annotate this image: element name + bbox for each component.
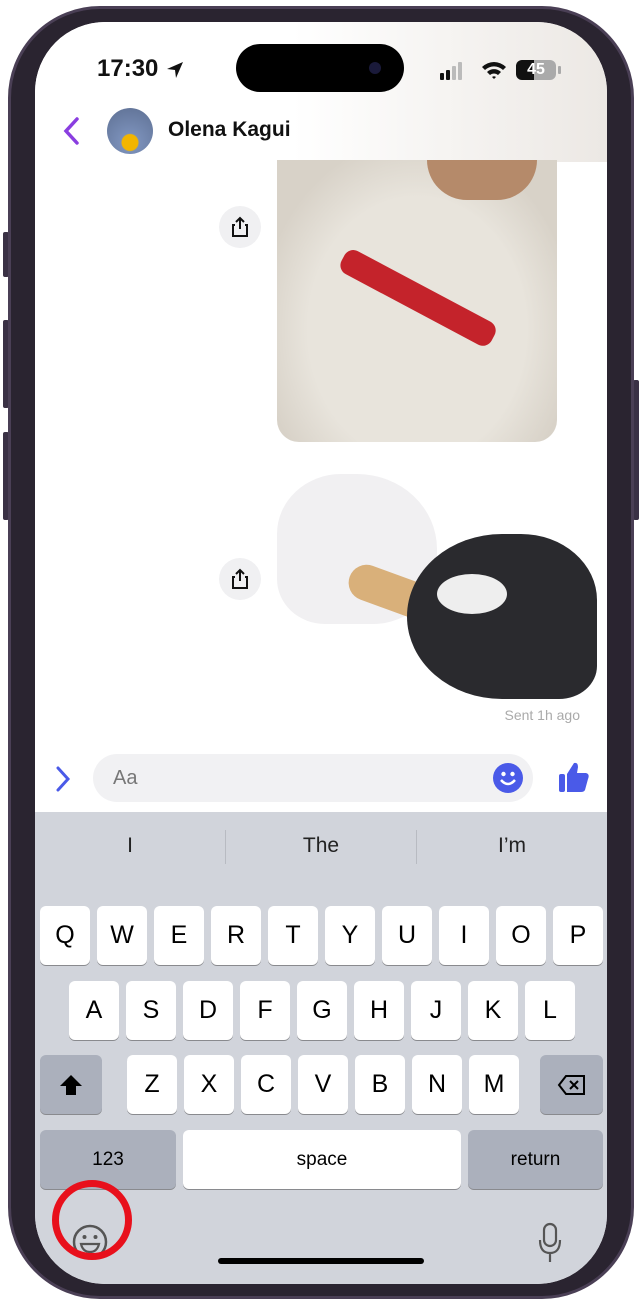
numbers-key[interactable]: 123 bbox=[40, 1130, 176, 1189]
shift-icon bbox=[60, 1074, 82, 1095]
key-o[interactable]: O bbox=[496, 906, 546, 965]
black-puppy bbox=[407, 534, 597, 699]
home-indicator[interactable] bbox=[218, 1258, 424, 1264]
key-e[interactable]: E bbox=[154, 906, 204, 965]
microphone-button[interactable] bbox=[537, 1222, 563, 1264]
cellular-signal-icon bbox=[440, 62, 462, 80]
key-r[interactable]: R bbox=[211, 906, 261, 965]
suggestion[interactable]: The bbox=[226, 834, 416, 858]
key-u[interactable]: U bbox=[382, 906, 432, 965]
message-placeholder: Aa bbox=[113, 767, 138, 789]
status-time: 17:30 bbox=[97, 55, 159, 82]
key-m[interactable]: M bbox=[469, 1055, 519, 1114]
key-f[interactable]: F bbox=[240, 981, 290, 1040]
dog-mouth bbox=[427, 160, 537, 200]
back-button[interactable] bbox=[61, 116, 83, 146]
key-a[interactable]: A bbox=[69, 981, 119, 1040]
camera bbox=[369, 62, 381, 74]
smiley-icon[interactable] bbox=[493, 763, 523, 793]
key-d[interactable]: D bbox=[183, 981, 233, 1040]
key-n[interactable]: N bbox=[412, 1055, 462, 1114]
keyboard: I The I’m QWERTYUIOPASDFGHJKLZXCVBNM 123… bbox=[35, 812, 607, 1284]
avatar[interactable] bbox=[107, 108, 153, 154]
delete-icon bbox=[557, 1074, 585, 1095]
key-x[interactable]: X bbox=[184, 1055, 234, 1114]
share-icon bbox=[232, 568, 248, 589]
message-input[interactable]: Aa bbox=[93, 754, 533, 802]
key-z[interactable]: Z bbox=[127, 1055, 177, 1114]
key-i[interactable]: I bbox=[439, 906, 489, 965]
key-p[interactable]: P bbox=[553, 906, 603, 965]
contact-name[interactable]: Olena Kagui bbox=[168, 118, 291, 142]
key-j[interactable]: J bbox=[411, 981, 461, 1040]
key-l[interactable]: L bbox=[525, 981, 575, 1040]
sent-status: Sent 1h ago bbox=[504, 707, 580, 723]
expand-button[interactable] bbox=[53, 765, 73, 793]
key-v[interactable]: V bbox=[298, 1055, 348, 1114]
key-w[interactable]: W bbox=[97, 906, 147, 965]
key-g[interactable]: G bbox=[297, 981, 347, 1040]
key-y[interactable]: Y bbox=[325, 906, 375, 965]
shift-key[interactable] bbox=[40, 1055, 102, 1114]
location-arrow-icon bbox=[167, 62, 183, 78]
puppy-face bbox=[437, 574, 507, 614]
suggestion[interactable]: I bbox=[35, 834, 225, 858]
key-c[interactable]: C bbox=[241, 1055, 291, 1114]
share-button[interactable] bbox=[219, 206, 261, 248]
screen: 17:30 45 Olena Kagui Sent 1h ago Aa I Th… bbox=[35, 22, 607, 1284]
wifi-icon bbox=[482, 62, 506, 79]
battery-tip bbox=[558, 66, 561, 74]
return-key[interactable]: return bbox=[468, 1130, 603, 1189]
delete-key[interactable] bbox=[540, 1055, 603, 1114]
battery-indicator: 45 bbox=[516, 60, 556, 80]
key-b[interactable]: B bbox=[355, 1055, 405, 1114]
sticker-message[interactable] bbox=[277, 160, 557, 442]
share-icon bbox=[232, 216, 248, 237]
suggestion[interactable]: I’m bbox=[417, 834, 607, 858]
thumbs-up-icon[interactable] bbox=[557, 760, 591, 794]
key-k[interactable]: K bbox=[468, 981, 518, 1040]
key-s[interactable]: S bbox=[126, 981, 176, 1040]
space-key[interactable]: space bbox=[183, 1130, 461, 1189]
dog-collar bbox=[336, 246, 500, 350]
highlight-circle bbox=[52, 1180, 132, 1260]
share-button[interactable] bbox=[219, 558, 261, 600]
key-h[interactable]: H bbox=[354, 981, 404, 1040]
key-t[interactable]: T bbox=[268, 906, 318, 965]
key-q[interactable]: Q bbox=[40, 906, 90, 965]
sticker-message[interactable] bbox=[277, 474, 599, 702]
